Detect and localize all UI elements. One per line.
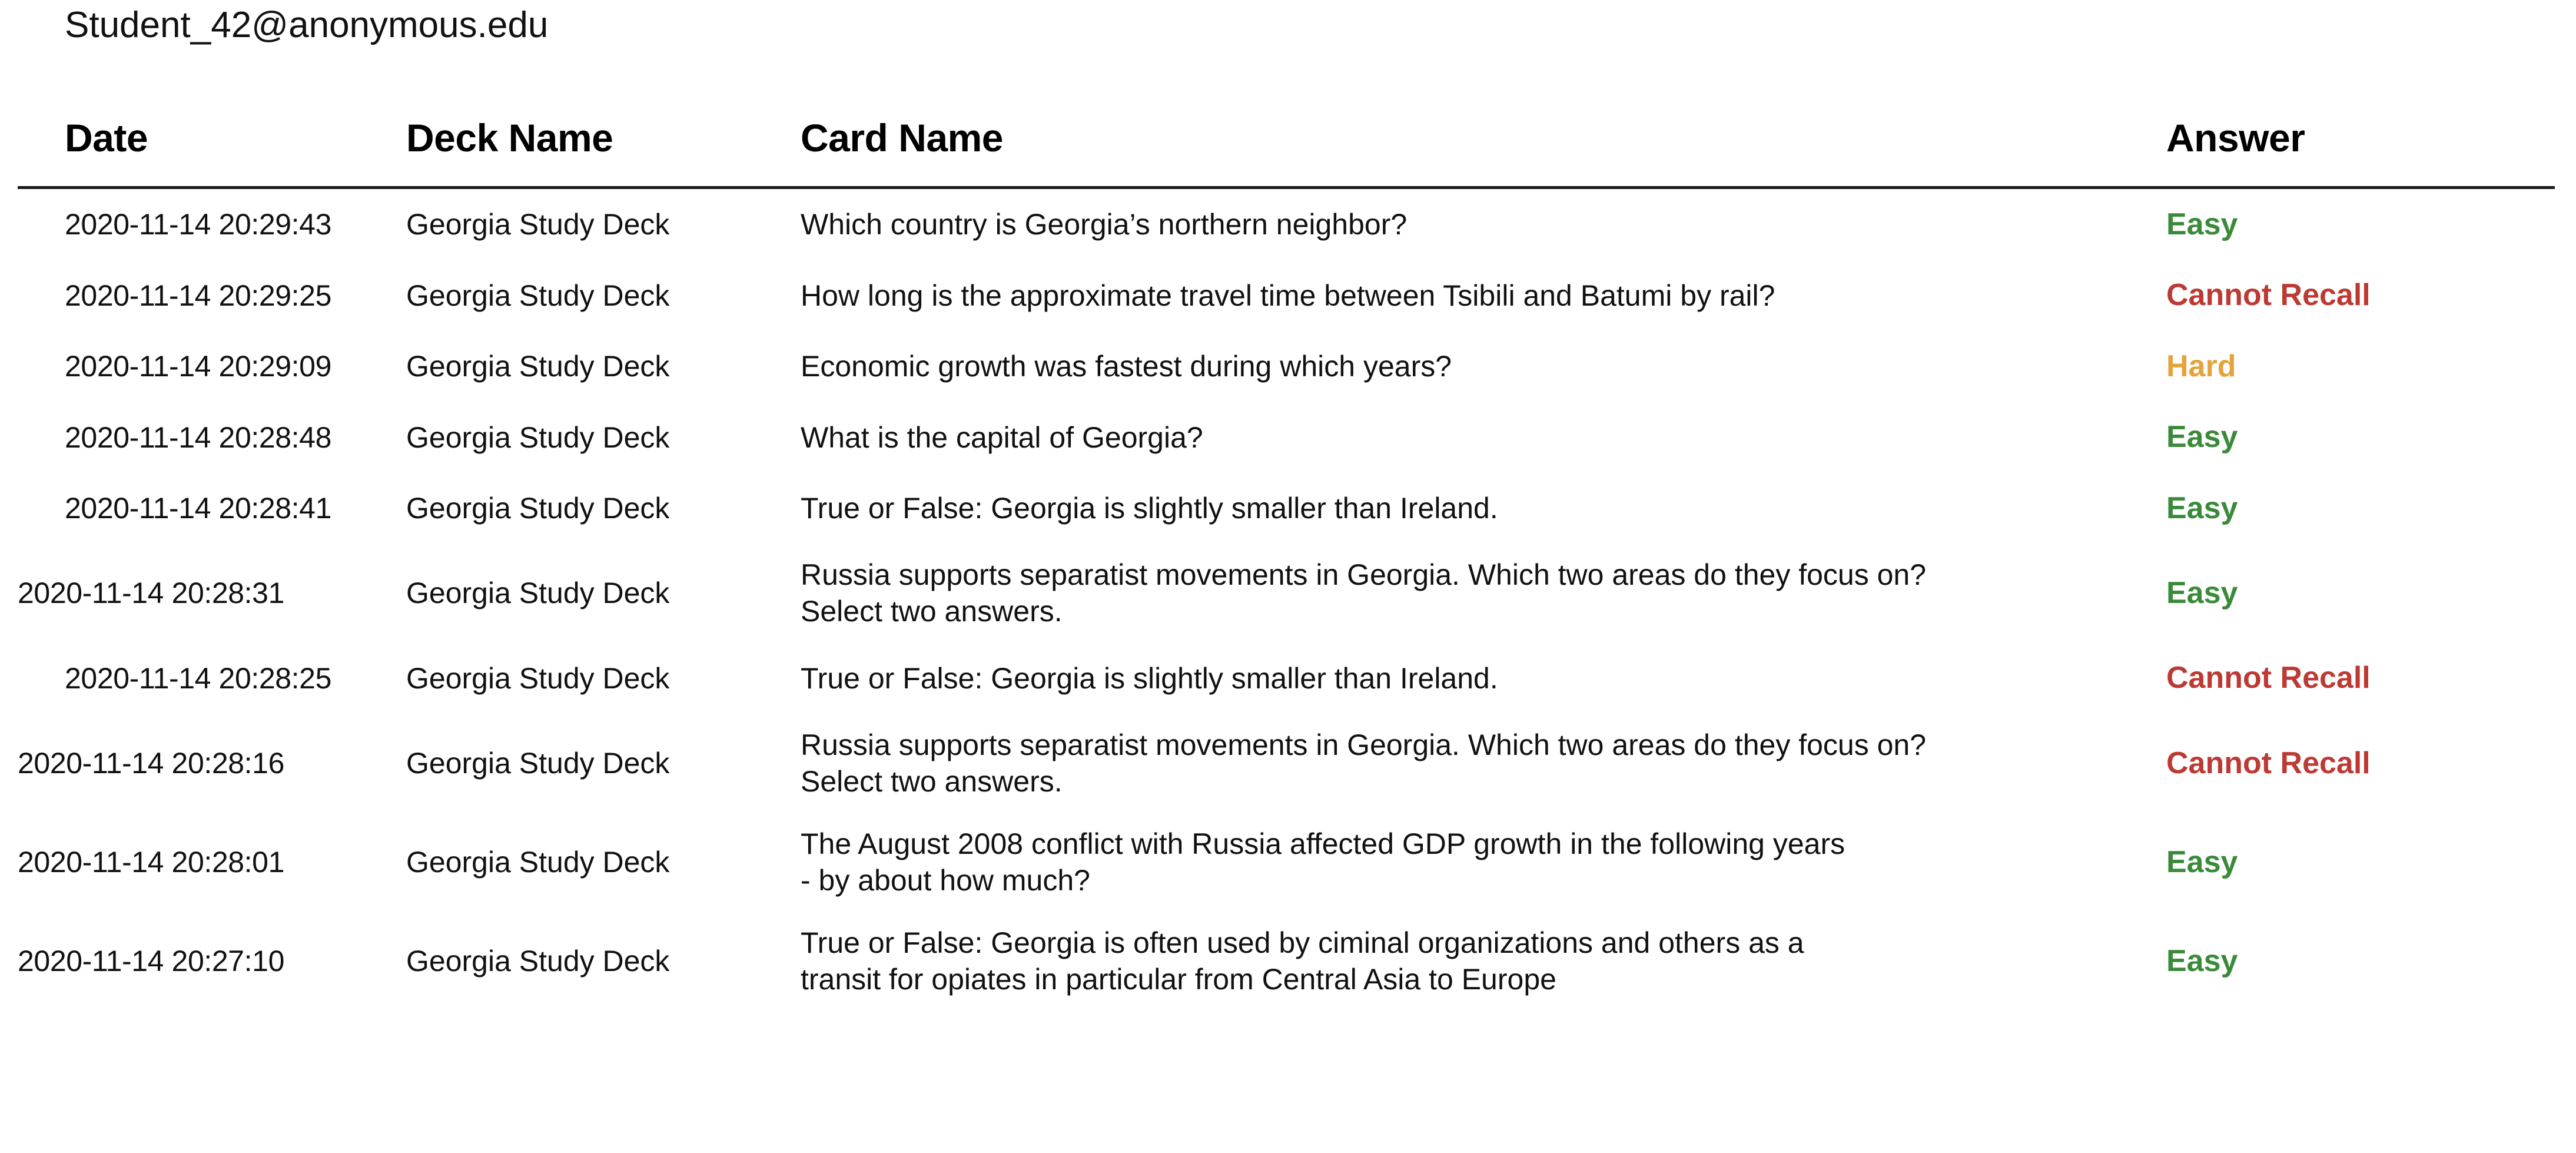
table-row[interactable]: 2020-11-14 20:28:48 Georgia Study Deck Wha… [18, 402, 2555, 472]
card-name-text: Which country is Georgia’s northern neig… [801, 208, 1407, 241]
cell-card-name: Russia supports separatist movements in … [801, 714, 2166, 813]
table-row[interactable]: 2020-11-14 20:28:16 Georgia Study Deck Rus… [18, 714, 2555, 813]
cell-date: 2020-11-14 20:28:41 [65, 492, 331, 525]
card-name-text: The August 2008 conflict with Russia aff… [801, 827, 1845, 897]
table-header: Date Deck Name Card Name Answer [18, 115, 2555, 188]
cell-card-name: True or False: Georgia is slightly small… [801, 473, 2166, 544]
cell-deck-name: Georgia Study Deck [406, 279, 670, 312]
review-log-page: Student_42@anonymous.edu Date Deck Name … [0, 0, 2576, 1153]
cell-deck-name: Georgia Study Deck [406, 492, 670, 525]
cell-answer: Easy [2166, 576, 2238, 611]
cell-deck-name: Georgia Study Deck [406, 208, 670, 241]
column-header-card-name: Card Name [801, 116, 1003, 160]
table-row[interactable]: 2020-11-14 20:28:25 Georgia Study Deck Tru… [18, 642, 2555, 713]
cell-card-name: Which country is Georgia’s northern neig… [801, 188, 2166, 260]
review-log-table: Date Deck Name Card Name Answer 2020-11-… [18, 115, 2555, 1010]
cell-answer: Easy [2166, 491, 2238, 525]
cell-deck-name: Georgia Study Deck [406, 420, 670, 454]
column-header-deck-name: Deck Name [406, 116, 613, 160]
cell-card-name: True or False: Georgia is slightly small… [801, 642, 2166, 713]
cell-answer: Easy [2166, 943, 2238, 978]
cell-answer: Cannot Recall [2166, 746, 2371, 780]
card-name-text: How long is the approximate travel time … [801, 279, 1775, 312]
cell-deck-name: Georgia Study Deck [406, 746, 670, 780]
table-row[interactable]: 2020-11-14 20:28:31 Georgia Study Deck Rus… [18, 544, 2555, 642]
column-header-answer: Answer [2166, 116, 2305, 160]
cell-card-name: What is the capital of Georgia? [801, 402, 2166, 472]
cell-date: 2020-11-14 20:28:31 [18, 576, 284, 610]
cell-deck-name: Georgia Study Deck [406, 350, 670, 383]
cell-card-name: Economic growth was fastest during which… [801, 331, 2166, 402]
cell-date: 2020-11-14 20:28:01 [18, 845, 284, 879]
card-name-text: Economic growth was fastest during which… [801, 350, 1452, 383]
cell-date: 2020-11-14 20:29:43 [65, 208, 331, 241]
card-name-text: Russia supports separatist movements in … [801, 728, 1927, 798]
cell-card-name: How long is the approximate travel time … [801, 260, 2166, 330]
cell-answer: Easy [2166, 207, 2238, 241]
cell-date: 2020-11-14 20:29:25 [65, 279, 331, 312]
cell-card-name: The August 2008 conflict with Russia aff… [801, 813, 2166, 912]
cell-card-name: True or False: Georgia is often used by … [801, 912, 2166, 1010]
card-name-text: What is the capital of Georgia? [801, 420, 1203, 454]
cell-answer: Easy [2166, 844, 2238, 879]
table-row[interactable]: 2020-11-14 20:29:25 Georgia Study Deck How… [18, 260, 2555, 330]
card-name-text: True or False: Georgia is often used by … [801, 926, 1804, 996]
cell-answer: Cannot Recall [2166, 661, 2371, 695]
table-header-row: Date Deck Name Card Name Answer [18, 115, 2555, 188]
cell-deck-name: Georgia Study Deck [406, 944, 670, 978]
table-row[interactable]: 2020-11-14 20:28:41 Georgia Study Deck Tru… [18, 473, 2555, 544]
card-name-text: True or False: Georgia is slightly small… [801, 492, 1498, 525]
cell-deck-name: Georgia Study Deck [406, 661, 670, 695]
cell-date: 2020-11-14 20:28:48 [65, 420, 331, 454]
table-row[interactable]: 2020-11-14 20:29:09 Georgia Study Deck Eco… [18, 331, 2555, 402]
cell-deck-name: Georgia Study Deck [406, 576, 670, 610]
cell-deck-name: Georgia Study Deck [406, 845, 670, 879]
card-name-text: Russia supports separatist movements in … [801, 558, 1927, 628]
cell-date: 2020-11-14 20:28:25 [65, 661, 331, 695]
cell-date: 2020-11-14 20:28:16 [18, 746, 284, 780]
account-email-label: Student_42@anonymous.edu [65, 5, 549, 45]
cell-answer: Cannot Recall [2166, 278, 2371, 313]
review-log-table-container: Date Deck Name Card Name Answer 2020-11-… [18, 115, 2555, 1010]
table-body: 2020-11-14 20:29:43 Georgia Study Deck Whi… [18, 188, 2555, 1010]
cell-answer: Easy [2166, 420, 2238, 455]
card-name-text: True or False: Georgia is slightly small… [801, 661, 1498, 695]
table-row[interactable]: 2020-11-14 20:27:10 Georgia Study Deck Tru… [18, 912, 2555, 1010]
table-row[interactable]: 2020-11-14 20:28:01 Georgia Study Deck The… [18, 813, 2555, 912]
cell-date: 2020-11-14 20:27:10 [18, 944, 284, 978]
table-row[interactable]: 2020-11-14 20:29:43 Georgia Study Deck Whi… [18, 188, 2555, 260]
cell-date: 2020-11-14 20:29:09 [65, 350, 331, 383]
column-header-date: Date [65, 116, 148, 160]
cell-card-name: Russia supports separatist movements in … [801, 544, 2166, 642]
cell-answer: Hard [2166, 349, 2236, 383]
